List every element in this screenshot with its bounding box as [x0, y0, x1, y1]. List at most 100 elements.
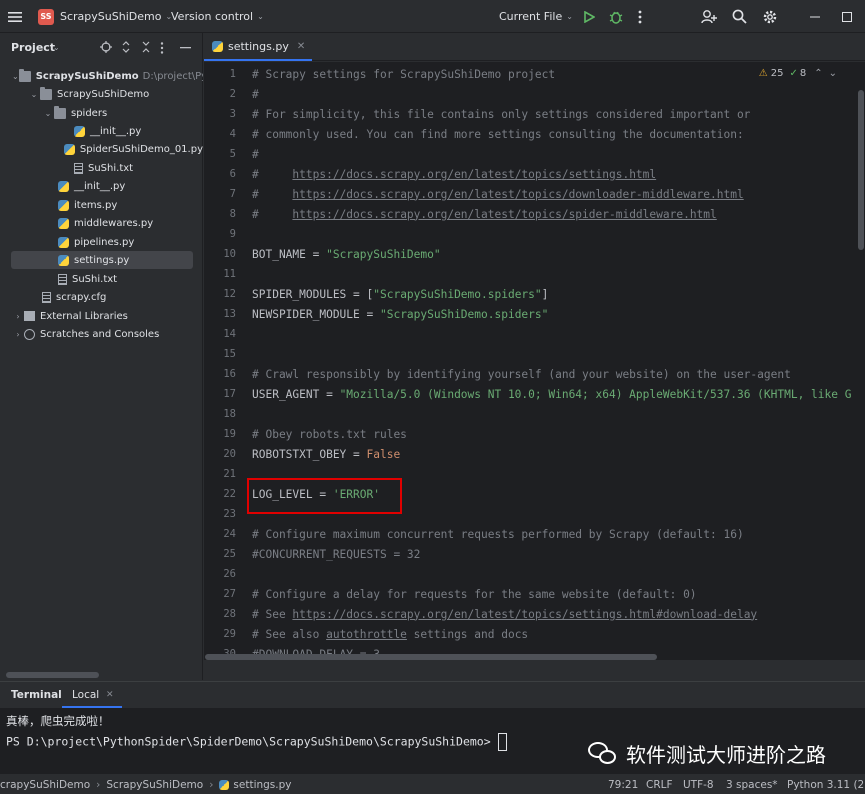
- code-text: # Crawl responsibly by identifying yours…: [252, 367, 791, 381]
- run-button[interactable]: [583, 0, 595, 33]
- breadcrumb-item[interactable]: ScrapySuShiDemo: [106, 779, 203, 791]
- breadcrumb-item[interactable]: settings.py: [233, 779, 291, 791]
- line-number: 25: [223, 548, 236, 560]
- editor-vertical-scrollbar[interactable]: [858, 90, 864, 250]
- code-text: BOT_NAME = "ScrapySuShiDemo": [252, 247, 441, 261]
- python-file-icon: [74, 125, 85, 137]
- code-line: 28 # See https://docs.scrapy.org/en/lates…: [204, 604, 865, 624]
- code-text: NEWSPIDER_MODULE = "ScrapySuShiDemo.spid…: [252, 307, 549, 321]
- close-tab-icon[interactable]: ✕: [106, 690, 114, 700]
- chevron-right-icon[interactable]: ›: [12, 312, 24, 321]
- terminal-title[interactable]: Terminal: [11, 689, 62, 701]
- tree-item[interactable]: pipelines.py: [0, 233, 203, 251]
- line-number: 8: [229, 208, 236, 220]
- file-encoding[interactable]: UTF-8: [683, 774, 714, 794]
- python-interpreter[interactable]: Python 3.11 (2): [787, 774, 865, 794]
- python-file-icon: [58, 254, 69, 266]
- line-number: 18: [223, 408, 236, 420]
- code-text: #: [252, 147, 259, 161]
- project-horizontal-scrollbar[interactable]: [6, 672, 99, 678]
- code-text: USER_AGENT = "Mozilla/5.0 (Windows NT 10…: [252, 387, 852, 401]
- active-tab-indicator: [62, 706, 122, 708]
- version-control-menu[interactable]: Version control ⌄: [171, 0, 264, 33]
- tree-item[interactable]: ⌄ ScrapySuShiDemo: [0, 85, 203, 103]
- chevron-down-icon: ⌄: [257, 12, 264, 21]
- tree-item-label: ScrapySuShiDemo: [35, 70, 139, 82]
- chevron-down-icon[interactable]: ⌄: [53, 43, 60, 52]
- code-line: 16 # Crawl responsibly by identifying you…: [204, 364, 865, 384]
- python-file-icon: [58, 180, 69, 192]
- close-tab-icon[interactable]: ✕: [297, 41, 305, 52]
- add-user-button[interactable]: [701, 0, 717, 33]
- line-number: 15: [223, 348, 236, 360]
- tree-item[interactable]: __init__.py: [0, 177, 203, 195]
- tab-local[interactable]: Local: [72, 689, 99, 701]
- tree-item[interactable]: scrapy.cfg: [0, 288, 203, 306]
- line-number: 3: [229, 108, 236, 120]
- chevron-right-icon[interactable]: ›: [12, 330, 24, 339]
- code-line: 4 # commonly used. You can find more sett…: [204, 124, 865, 144]
- indent-setting[interactable]: 3 spaces*: [726, 774, 778, 794]
- tab-settings-py[interactable]: settings.py ✕: [204, 33, 312, 61]
- terminal-prompt-line[interactable]: PS D:\project\PythonSpider\SpiderDemo\Sc…: [6, 733, 507, 751]
- line-number: 23: [223, 508, 236, 520]
- code-line: 1 # Scrapy settings for ScrapySuShiDemo p…: [204, 64, 865, 84]
- chevron-down-icon[interactable]: ⌄: [42, 109, 54, 118]
- code-line: 24 # Configure maximum concurrent request…: [204, 524, 865, 544]
- tree-item[interactable]: middlewares.py: [0, 214, 203, 232]
- line-number: 21: [223, 468, 236, 480]
- line-number: 6: [229, 168, 236, 180]
- tree-item[interactable]: › Scratches and Consoles: [0, 325, 203, 343]
- expand-all-icon[interactable]: [122, 41, 130, 53]
- tree-item[interactable]: ⌄ ScrapySuShiDemoD:\project\Pyt: [0, 67, 203, 85]
- tab-label: settings.py: [228, 39, 289, 53]
- wechat-icon: [588, 741, 616, 766]
- python-file-icon: [58, 199, 69, 211]
- code-line: 20 ROBOTSTXT_OBEY = False: [204, 444, 865, 464]
- editor-horizontal-scrollbar[interactable]: [205, 654, 657, 660]
- chevron-down-icon[interactable]: ⌄: [28, 90, 40, 99]
- tree-item[interactable]: settings.py: [11, 251, 193, 269]
- tree-item[interactable]: items.py: [0, 196, 203, 214]
- chevron-right-icon: ›: [96, 778, 101, 791]
- tree-item[interactable]: SuShi.txt: [0, 159, 203, 177]
- tree-item-label: settings.py: [74, 254, 130, 266]
- locate-icon[interactable]: [100, 41, 112, 53]
- caret-position[interactable]: 79:21: [608, 774, 638, 794]
- project-switcher[interactable]: SS ScrapySuShiDemo ⌄: [38, 0, 172, 33]
- line-number: 27: [223, 588, 236, 600]
- project-tool-window: Project ⌄ ⌄ScrapySuShiDemoD:\project\Pyt…: [0, 33, 203, 680]
- code-editor[interactable]: ⚠ 25 ✓ 8 ⌃ ⌄ 1 # Scrapy settings for Scra…: [204, 62, 865, 660]
- tree-item-label: spiders: [71, 107, 108, 119]
- text-file-icon: [74, 162, 83, 174]
- code-line: 9: [204, 224, 865, 244]
- collapse-all-icon[interactable]: [142, 41, 150, 53]
- search-button[interactable]: [732, 0, 747, 33]
- chevron-down-icon[interactable]: ⌄: [12, 72, 19, 81]
- minimize-button[interactable]: [810, 0, 820, 33]
- debug-button[interactable]: [609, 0, 623, 33]
- run-config-selector[interactable]: Current File ⌄: [499, 0, 573, 33]
- code-line: 12 SPIDER_MODULES = ["ScrapySuShiDemo.spi…: [204, 284, 865, 304]
- hide-panel-icon[interactable]: [180, 47, 191, 49]
- python-file-icon: [63, 143, 75, 155]
- line-number: 20: [223, 448, 236, 460]
- tree-item[interactable]: SuShi.txt: [0, 270, 203, 288]
- tree-item[interactable]: __init__.py: [0, 122, 203, 140]
- main-menu-icon[interactable]: [8, 0, 22, 33]
- line-separator[interactable]: CRLF: [646, 774, 673, 794]
- python-file-icon: [58, 236, 69, 248]
- maximize-icon: [842, 11, 852, 22]
- tree-item[interactable]: SpiderSuShiDemo_01.py: [0, 140, 203, 158]
- project-panel-title[interactable]: Project: [11, 41, 55, 54]
- tree-item[interactable]: › External Libraries: [0, 307, 203, 325]
- options-icon[interactable]: [160, 42, 164, 54]
- maximize-button[interactable]: [842, 0, 852, 33]
- settings-button[interactable]: [762, 0, 778, 33]
- more-actions-button[interactable]: [638, 0, 642, 33]
- terminal-cursor: [497, 733, 507, 751]
- terminal-tab-bar: Terminal Local ✕: [0, 682, 865, 708]
- line-number: 17: [223, 388, 236, 400]
- tree-item[interactable]: ⌄ spiders: [0, 104, 203, 122]
- breadcrumb-item[interactable]: crapySuShiDemo: [0, 779, 90, 791]
